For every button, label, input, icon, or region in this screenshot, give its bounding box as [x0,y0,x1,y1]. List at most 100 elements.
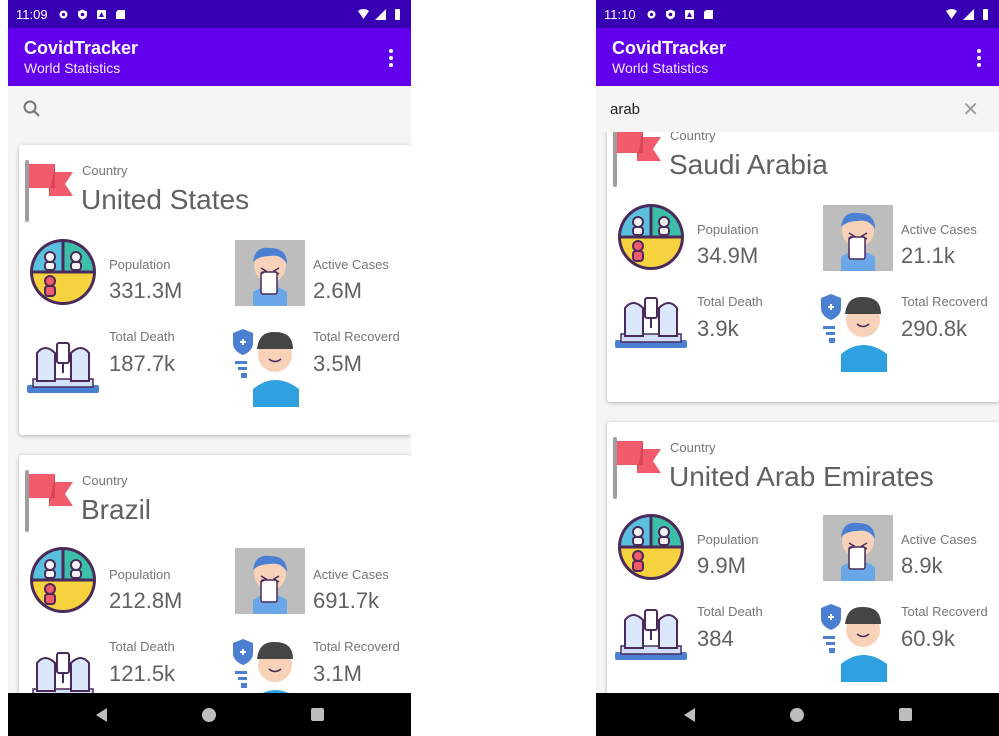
active-cases-label: Active Cases [313,567,389,582]
population-pie-icon [28,545,98,615]
alert-icon [684,9,694,19]
sick-person-icon [823,205,893,271]
overflow-menu-button[interactable] [379,44,403,72]
shield-icon [77,9,87,19]
phone-screen-world: 11:09 CovidTracker World Statistics Coun… [8,0,411,736]
country-list[interactable]: Country United States Population 331.3M … [8,132,411,693]
country-label: Country [82,473,128,488]
active-cases-value: 691.7k [313,588,380,613]
sick-person-icon [235,240,305,306]
total-recovered-value: 290.8k [901,316,968,341]
app-bar: CovidTracker World Statistics [8,28,411,86]
total-death-value: 384 [697,626,734,651]
country-name: United Arab Emirates [669,461,934,492]
search-input[interactable]: arab [610,101,962,118]
shield-icon [665,9,675,19]
sick-person-icon [823,515,893,581]
country-list[interactable]: Country Saudi Arabia Population 34.9M Ac… [596,132,999,693]
country-name: United States [81,184,250,215]
phone-screen-search: 11:10 CovidTracker World Statistics arab… [596,0,999,736]
settings-icon [647,10,656,18]
app-title: CovidTracker [612,38,727,58]
country-card[interactable]: Country Saudi Arabia Population 34.9M Ac… [607,132,999,402]
notification-icons [58,9,126,20]
total-death-value: 187.7k [109,351,176,376]
active-cases-value: 8.9k [901,553,943,578]
battery-icon [395,8,400,20]
back-icon[interactable] [683,707,695,722]
battery-icon [983,8,988,20]
deceased-feet-icon [25,643,101,693]
population-label: Population [109,567,171,582]
status-bar: 11:10 [596,0,999,28]
population-label: Population [697,222,759,237]
population-pie-icon [616,512,686,582]
active-cases-value: 2.6M [313,278,362,303]
total-recovered-label: Total Recoverd [901,604,988,619]
sick-person-icon [235,548,305,614]
population-label: Population [109,257,171,272]
settings-icon [59,10,68,18]
home-icon[interactable] [201,707,216,722]
navigation-bar [596,693,999,736]
population-label: Population [697,532,759,547]
deceased-feet-icon [25,333,101,397]
recovered-person-icon [229,327,305,407]
active-cases-label: Active Cases [901,532,977,547]
total-recovered-label: Total Recoverd [901,294,988,309]
population-value: 331.3M [109,278,183,303]
close-icon[interactable]: ✕ [962,97,979,122]
country-label: Country [82,163,128,178]
wifi-icon [946,8,957,19]
signal-icon [375,8,386,20]
total-death-label: Total Death [109,329,175,344]
sd-card-icon [115,9,125,19]
active-cases-label: Active Cases [313,257,389,272]
navigation-bar [8,693,411,736]
recovered-person-icon [817,602,893,682]
notification-icons [646,9,714,20]
country-label: Country [670,440,716,455]
country-card[interactable]: Country United Arab Emirates Population … [607,422,999,693]
wifi-icon [358,8,369,19]
country-name: Saudi Arabia [669,149,828,180]
system-icons [946,8,991,20]
search-bar[interactable]: arab ✕ [596,86,999,132]
home-icon[interactable] [789,707,804,722]
status-time: 11:09 [16,6,48,22]
population-value: 34.9M [697,243,759,268]
total-death-value: 3.9k [697,316,739,341]
system-icons [358,8,403,20]
total-recovered-value: 60.9k [901,626,955,651]
total-death-label: Total Death [697,604,763,619]
recents-icon[interactable] [898,708,912,721]
population-pie-icon [28,237,98,307]
recovered-person-icon [817,292,893,372]
back-icon[interactable] [95,707,107,722]
deceased-feet-icon [613,600,689,664]
country-card[interactable]: Country Brazil Population 212.8M Active … [19,455,411,693]
total-recovered-label: Total Recoverd [313,639,400,654]
total-recovered-value: 3.5M [313,351,362,376]
deceased-feet-icon [613,288,689,352]
total-death-value: 121.5k [109,661,176,686]
red-flag-icon [613,132,663,187]
red-flag-icon [25,160,75,222]
total-death-label: Total Death [109,639,175,654]
population-value: 212.8M [109,588,183,613]
app-subtitle: World Statistics [612,60,709,76]
status-time: 11:10 [604,6,636,22]
alert-icon [96,9,106,19]
status-bar: 11:09 [8,0,411,28]
active-cases-label: Active Cases [901,222,977,237]
red-flag-icon [25,470,75,532]
sd-card-icon [703,9,713,19]
country-card[interactable]: Country United States Population 331.3M … [19,145,411,435]
search-icon[interactable] [22,99,42,119]
search-bar[interactable] [8,86,411,132]
recents-icon[interactable] [310,708,324,721]
total-death-label: Total Death [697,294,763,309]
overflow-menu-button[interactable] [967,44,991,72]
app-bar: CovidTracker World Statistics [596,28,999,86]
signal-icon [963,8,974,20]
